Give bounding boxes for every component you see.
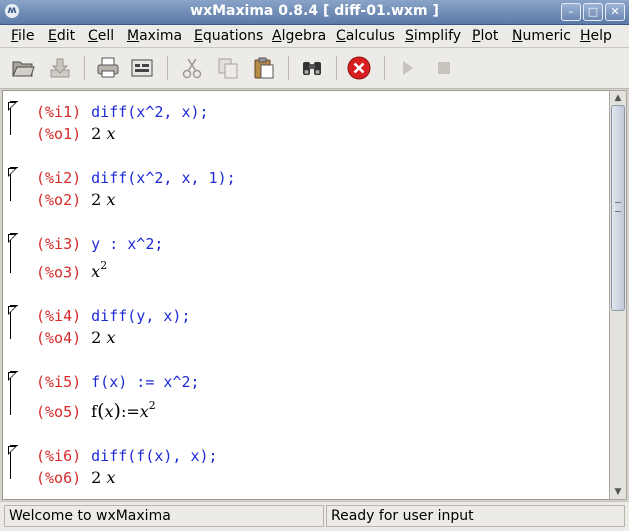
output-line: (%o4) 2 x: [36, 328, 115, 347]
output-var: x: [106, 190, 116, 209]
output-label: (%o2): [36, 191, 82, 209]
output-coef: 2: [91, 124, 102, 143]
menu-equations[interactable]: Equations: [194, 28, 263, 44]
interrupt-icon[interactable]: [347, 56, 371, 80]
cell-fold-triangle[interactable]: [8, 446, 17, 455]
continue-icon[interactable]: [396, 56, 420, 80]
close-button[interactable]: ✕: [605, 3, 625, 21]
status-state: Ready for user input: [326, 505, 625, 527]
toolbar-separator: [84, 56, 85, 80]
input-label: (%i5): [36, 373, 82, 391]
input-text[interactable]: diff(x^2, x);: [91, 103, 208, 121]
output-coef: 2: [91, 468, 102, 487]
menu-algebra[interactable]: Algebra: [272, 28, 326, 44]
output-var: x: [106, 124, 116, 143]
vertical-scrollbar[interactable]: ▲ ▼: [609, 90, 627, 500]
toolbar-separator: [384, 56, 385, 80]
output-label: (%o4): [36, 329, 82, 347]
maximize-button[interactable]: □: [583, 3, 603, 21]
cell-fold-triangle[interactable]: [8, 372, 17, 381]
toolbar: [0, 48, 629, 89]
menu-help[interactable]: Help: [580, 28, 612, 44]
output-var: x: [106, 468, 116, 487]
output-label: (%o5): [36, 403, 82, 421]
menu-bar: File Edit Cell Maxima Equations Algebra …: [0, 25, 629, 48]
paste-icon[interactable]: [252, 56, 276, 80]
stop-icon[interactable]: [432, 56, 456, 80]
input-line[interactable]: (%i3) y : x^2;: [36, 235, 163, 253]
menu-edit[interactable]: Edit: [48, 28, 75, 44]
menu-simplify[interactable]: Simplify: [405, 28, 461, 44]
print-icon[interactable]: [96, 56, 120, 80]
minimize-button[interactable]: –: [561, 3, 581, 21]
cut-icon[interactable]: [180, 56, 204, 80]
status-message: Welcome to wxMaxima: [4, 505, 324, 527]
menu-numeric[interactable]: Numeric: [512, 28, 571, 44]
output-line: (%o6) 2 x: [36, 468, 115, 487]
menu-file[interactable]: File: [11, 28, 34, 44]
output-line: (%o1) 2 x: [36, 124, 115, 143]
output-label: (%o1): [36, 125, 82, 143]
input-line[interactable]: (%i6) diff(f(x), x);: [36, 447, 218, 465]
status-bar: Welcome to wxMaxima Ready for user input: [0, 501, 629, 531]
menu-maxima[interactable]: Maxima: [127, 28, 182, 44]
toolbar-separator: [167, 56, 168, 80]
output-coef: 2: [91, 328, 102, 347]
find-icon[interactable]: [300, 56, 324, 80]
toolbar-separator: [288, 56, 289, 80]
window-title: wxMaxima 0.8.4 [ diff-01.wxm ]: [190, 3, 439, 19]
output-label: (%o3): [36, 263, 82, 282]
input-line[interactable]: (%i1) diff(x^2, x);: [36, 103, 209, 121]
menu-cell[interactable]: Cell: [88, 28, 114, 44]
cell-fold-triangle[interactable]: [8, 234, 17, 243]
config-icon[interactable]: [130, 56, 154, 80]
output-line: (%o5) f(x):=x2: [36, 398, 156, 422]
input-text[interactable]: diff(y, x);: [91, 307, 190, 325]
output-var: x: [106, 328, 116, 347]
output-operator: :=: [120, 402, 140, 421]
output-exponent: 2: [100, 259, 108, 272]
input-line[interactable]: (%i5) f(x) := x^2;: [36, 373, 200, 391]
open-folder-icon[interactable]: [11, 56, 35, 80]
output-label: (%o6): [36, 469, 82, 487]
input-label: (%i1): [36, 103, 82, 121]
input-label: (%i6): [36, 447, 82, 465]
input-line[interactable]: (%i4) diff(y, x);: [36, 307, 191, 325]
input-line[interactable]: (%i2) diff(x^2, x, 1);: [36, 169, 236, 187]
cell-fold-triangle[interactable]: [8, 102, 17, 111]
input-text[interactable]: f(x) := x^2;: [91, 373, 199, 391]
input-text[interactable]: diff(x^2, x, 1);: [91, 169, 236, 187]
scrollbar-thumb[interactable]: [611, 105, 625, 311]
input-label: (%i2): [36, 169, 82, 187]
input-text[interactable]: y : x^2;: [91, 235, 163, 253]
menu-calculus[interactable]: Calculus: [336, 28, 395, 44]
cell-fold-triangle[interactable]: [8, 306, 17, 315]
cell-fold-triangle[interactable]: [8, 168, 17, 177]
title-bar: ʍ wxMaxima 0.8.4 [ diff-01.wxm ] – □ ✕: [0, 0, 629, 25]
input-label: (%i3): [36, 235, 82, 253]
save-icon[interactable]: [48, 56, 72, 80]
input-label: (%i4): [36, 307, 82, 325]
scroll-down-arrow-icon[interactable]: ▼: [612, 486, 624, 498]
output-arg: x: [104, 402, 114, 421]
input-text[interactable]: diff(f(x), x);: [91, 447, 217, 465]
output-var: x: [139, 402, 149, 421]
worksheet[interactable]: (%i1) diff(x^2, x); (%o1) 2 x (%i2) diff(x^…: [2, 90, 611, 500]
output-line: (%o3) x2: [36, 259, 108, 282]
menu-plot[interactable]: Plot: [472, 28, 498, 44]
toolbar-separator: [336, 56, 337, 80]
output-coef: 2: [91, 190, 102, 209]
copy-icon[interactable]: [216, 56, 240, 80]
output-exponent: 2: [148, 398, 156, 412]
scroll-up-arrow-icon[interactable]: ▲: [612, 92, 624, 104]
output-var: x: [91, 262, 101, 282]
grip-icon: [615, 202, 621, 212]
output-line: (%o2) 2 x: [36, 190, 115, 209]
